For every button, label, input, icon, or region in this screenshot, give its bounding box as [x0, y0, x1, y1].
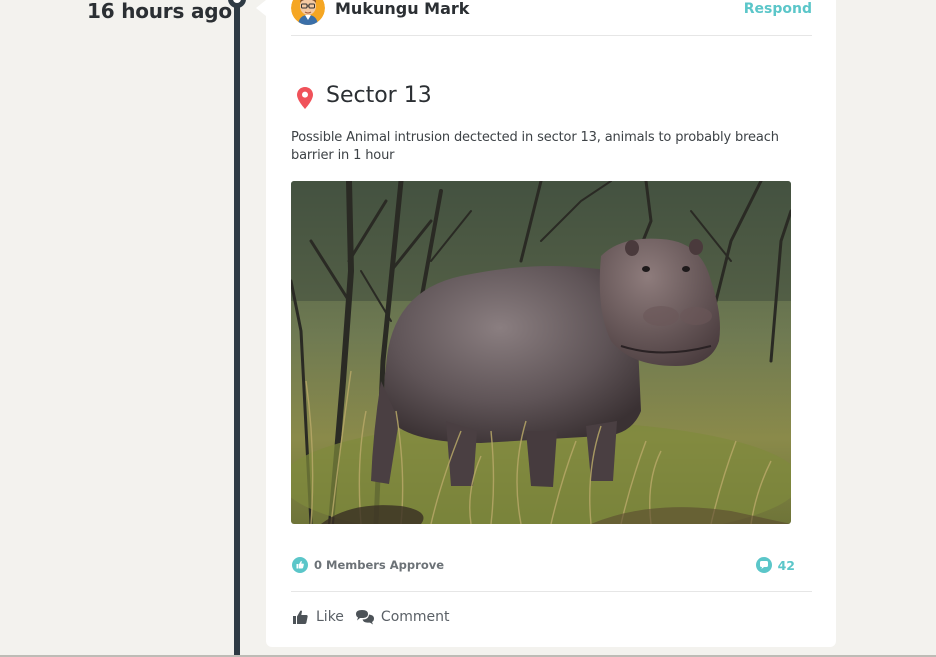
card-pointer: [256, 0, 266, 16]
comment-label: Comment: [380, 609, 450, 625]
avatar[interactable]: [291, 0, 325, 25]
like-label: Like: [316, 609, 344, 625]
comments-count-value: 42: [777, 557, 795, 573]
comment-button[interactable]: Comment: [355, 608, 450, 626]
post-description: Possible Animal intrusion dectected in s…: [291, 130, 779, 163]
location-title: Sector 13: [326, 83, 432, 108]
like-button[interactable]: Like: [292, 608, 344, 626]
chat-bubble-icon: [755, 557, 772, 573]
author-name[interactable]: Mukungu Mark: [335, 0, 469, 18]
thumbs-up-icon: [292, 557, 308, 573]
post-actions: Like Comment: [292, 608, 461, 626]
timeline-time-label: 16 hours ago: [87, 0, 232, 23]
post-image[interactable]: [291, 181, 791, 524]
map-pin-icon: [297, 87, 313, 109]
comments-count[interactable]: 42: [755, 557, 795, 573]
thumbs-up-icon: [293, 610, 308, 624]
approvals-summary[interactable]: 0 Members Approve: [292, 557, 444, 573]
timeline-line: [234, 0, 240, 657]
footer-divider: [291, 591, 812, 592]
comments-icon: [355, 610, 374, 625]
respond-link[interactable]: Respond: [744, 1, 812, 17]
header-divider: [291, 35, 812, 36]
approvals-label: 0 Members Approve: [314, 558, 445, 572]
post-card: Mukungu Mark Respond Sector 13 Possible …: [266, 0, 836, 647]
